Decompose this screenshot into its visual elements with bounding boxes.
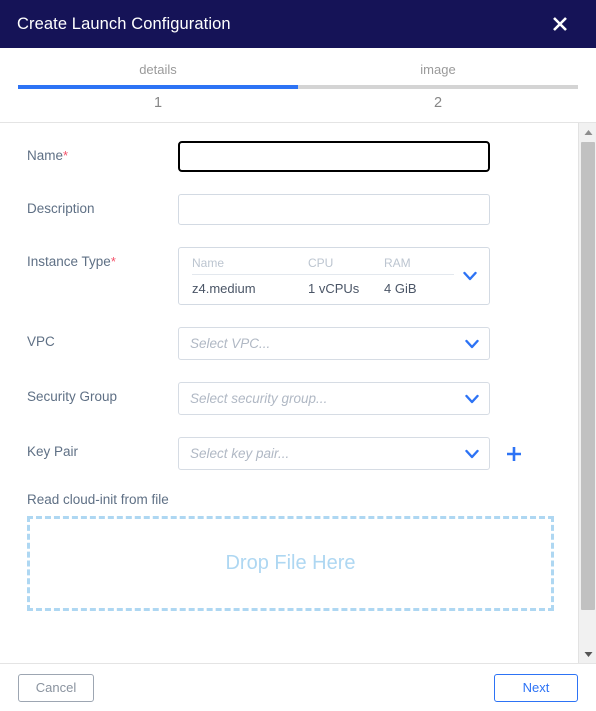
form-row-security-group: Security Group Select security group... <box>0 382 578 415</box>
control-key-pair: Select key pair... <box>178 437 524 470</box>
vertical-scrollbar[interactable] <box>578 123 596 663</box>
chevron-down-icon[interactable] <box>465 394 479 404</box>
scroll-up-arrow-icon[interactable] <box>579 123 596 141</box>
form-row-name: Name* <box>0 141 578 172</box>
dialog-title: Create Launch Configuration <box>17 15 231 34</box>
chevron-down-icon[interactable] <box>463 271 477 281</box>
instance-type-table: Name CPU RAM z4.medium 1 vCPUs 4 GiB <box>192 255 454 297</box>
tab-details-label: details <box>18 62 298 85</box>
dialog-body-wrapper: Name* Description Instance Type* <box>0 122 596 663</box>
control-vpc: Select VPC... <box>178 327 490 360</box>
label-instance-type: Instance Type* <box>27 247 178 270</box>
wizard-tab-labels: details image <box>18 62 578 85</box>
tab-details[interactable]: details <box>18 62 298 85</box>
form-row-description: Description <box>0 194 578 225</box>
control-name <box>178 141 490 172</box>
cell-instance-name: z4.medium <box>192 275 308 298</box>
step-number-2: 2 <box>298 95 578 111</box>
chevron-down-icon[interactable] <box>465 449 479 459</box>
close-icon[interactable] <box>546 10 574 38</box>
table-header-row: Name CPU RAM <box>192 255 454 275</box>
wizard-stepper: details image 1 2 <box>0 48 596 111</box>
key-pair-select-placeholder: Select key pair... <box>190 446 465 461</box>
dialog-body: Name* Description Instance Type* <box>0 123 578 663</box>
control-description <box>178 194 490 225</box>
wizard-progress-segment-2 <box>298 85 578 89</box>
column-header-ram: RAM <box>384 255 454 275</box>
tab-image-label: image <box>298 62 578 85</box>
chevron-down-icon[interactable] <box>465 339 479 349</box>
cloud-init-section: Read cloud-init from file Drop File Here <box>0 492 578 611</box>
table-row: z4.medium 1 vCPUs 4 GiB <box>192 275 454 298</box>
label-vpc: VPC <box>27 327 178 350</box>
cancel-button[interactable]: Cancel <box>18 674 94 702</box>
dialog-header: Create Launch Configuration <box>0 0 596 48</box>
cloud-init-label: Read cloud-init from file <box>27 492 578 507</box>
label-name: Name* <box>27 141 178 164</box>
label-security-group: Security Group <box>27 382 178 405</box>
vpc-select[interactable]: Select VPC... <box>178 327 490 360</box>
create-launch-configuration-dialog: Create Launch Configuration details imag… <box>0 0 596 711</box>
column-header-name: Name <box>192 255 308 275</box>
key-pair-select[interactable]: Select key pair... <box>178 437 490 470</box>
required-asterisk: * <box>63 148 68 163</box>
wizard-progress-bar <box>18 85 578 89</box>
form-row-key-pair: Key Pair Select key pair... <box>0 437 578 470</box>
wizard-step-numbers: 1 2 <box>18 89 578 111</box>
cell-instance-cpu: 1 vCPUs <box>308 275 384 298</box>
dialog-footer: Cancel Next <box>0 663 596 711</box>
label-key-pair: Key Pair <box>27 437 178 460</box>
file-dropzone[interactable]: Drop File Here <box>27 516 554 611</box>
name-input[interactable] <box>178 141 490 172</box>
label-instance-type-text: Instance Type <box>27 254 111 269</box>
scroll-down-arrow-icon[interactable] <box>579 645 596 663</box>
control-security-group: Select security group... <box>178 382 490 415</box>
label-name-text: Name <box>27 148 63 163</box>
wizard-progress-segment-1 <box>18 85 298 89</box>
scrollbar-thumb[interactable] <box>581 142 595 610</box>
instance-type-select[interactable]: Name CPU RAM z4.medium 1 vCPUs 4 GiB <box>178 247 490 305</box>
vpc-select-placeholder: Select VPC... <box>190 336 465 351</box>
label-description: Description <box>27 194 178 217</box>
next-button[interactable]: Next <box>494 674 578 702</box>
step-number-1: 1 <box>18 95 298 111</box>
dropzone-text: Drop File Here <box>225 552 355 575</box>
tab-image[interactable]: image <box>298 62 578 85</box>
description-input[interactable] <box>178 194 490 225</box>
required-asterisk: * <box>111 254 116 269</box>
form-row-vpc: VPC Select VPC... <box>0 327 578 360</box>
plus-icon[interactable] <box>504 444 524 464</box>
column-header-cpu: CPU <box>308 255 384 275</box>
security-group-select[interactable]: Select security group... <box>178 382 490 415</box>
control-instance-type: Name CPU RAM z4.medium 1 vCPUs 4 GiB <box>178 247 490 305</box>
cell-instance-ram: 4 GiB <box>384 275 454 298</box>
form-row-instance-type: Instance Type* Name CPU RAM <box>0 247 578 305</box>
security-group-select-placeholder: Select security group... <box>190 391 465 406</box>
